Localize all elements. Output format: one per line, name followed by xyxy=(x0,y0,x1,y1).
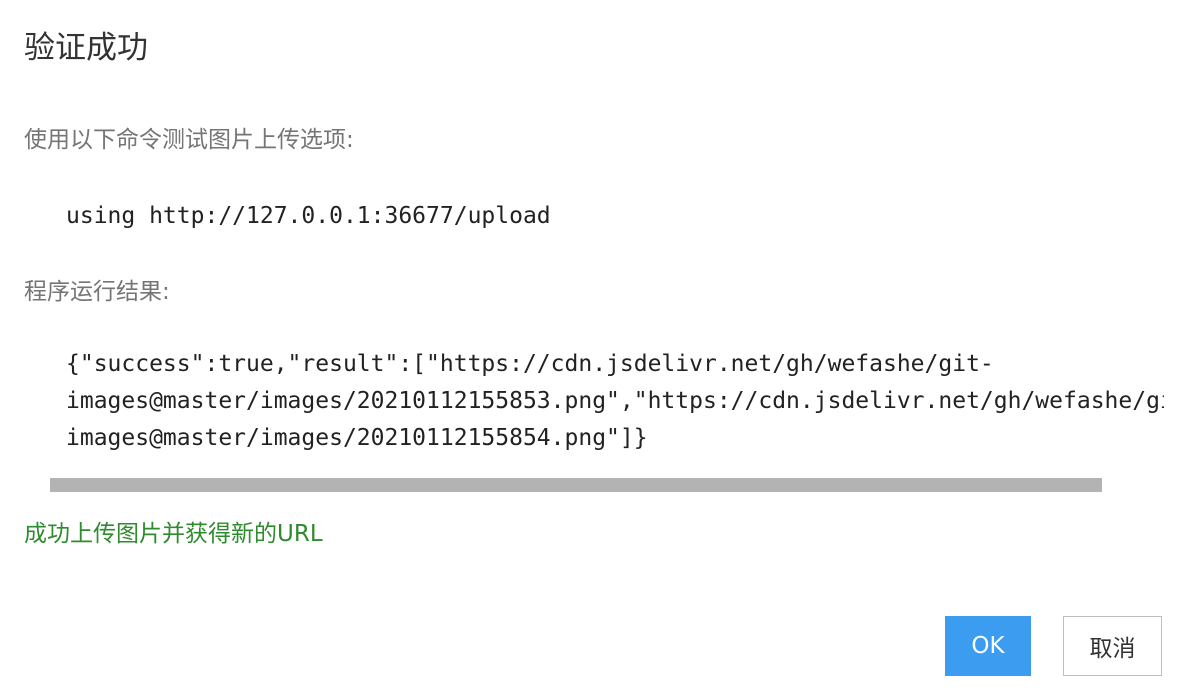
ok-button[interactable]: OK xyxy=(945,616,1031,676)
scrollbar-thumb[interactable] xyxy=(50,478,1102,492)
result-text: {"success":true,"result":["https://cdn.j… xyxy=(66,346,1164,457)
result-label: 程序运行结果: xyxy=(24,279,170,305)
result-line-3: images@master/images/20210112155854.png"… xyxy=(66,425,648,451)
result-line-1: {"success":true,"result":["https://cdn.j… xyxy=(66,351,994,377)
cancel-button[interactable]: 取消 xyxy=(1063,616,1162,676)
verification-dialog: 验证成功 使用以下命令测试图片上传选项: using http://127.0.… xyxy=(0,0,1191,695)
result-output: {"success":true,"result":["https://cdn.j… xyxy=(50,346,1164,492)
horizontal-scrollbar[interactable] xyxy=(50,478,1102,492)
command-text: using http://127.0.0.1:36677/upload xyxy=(66,203,551,229)
result-line-2: images@master/images/20210112155853.png"… xyxy=(66,388,1164,414)
status-message: 成功上传图片并获得新的URL xyxy=(24,521,323,547)
dialog-title: 验证成功 xyxy=(24,30,148,66)
command-label: 使用以下命令测试图片上传选项: xyxy=(24,127,354,153)
